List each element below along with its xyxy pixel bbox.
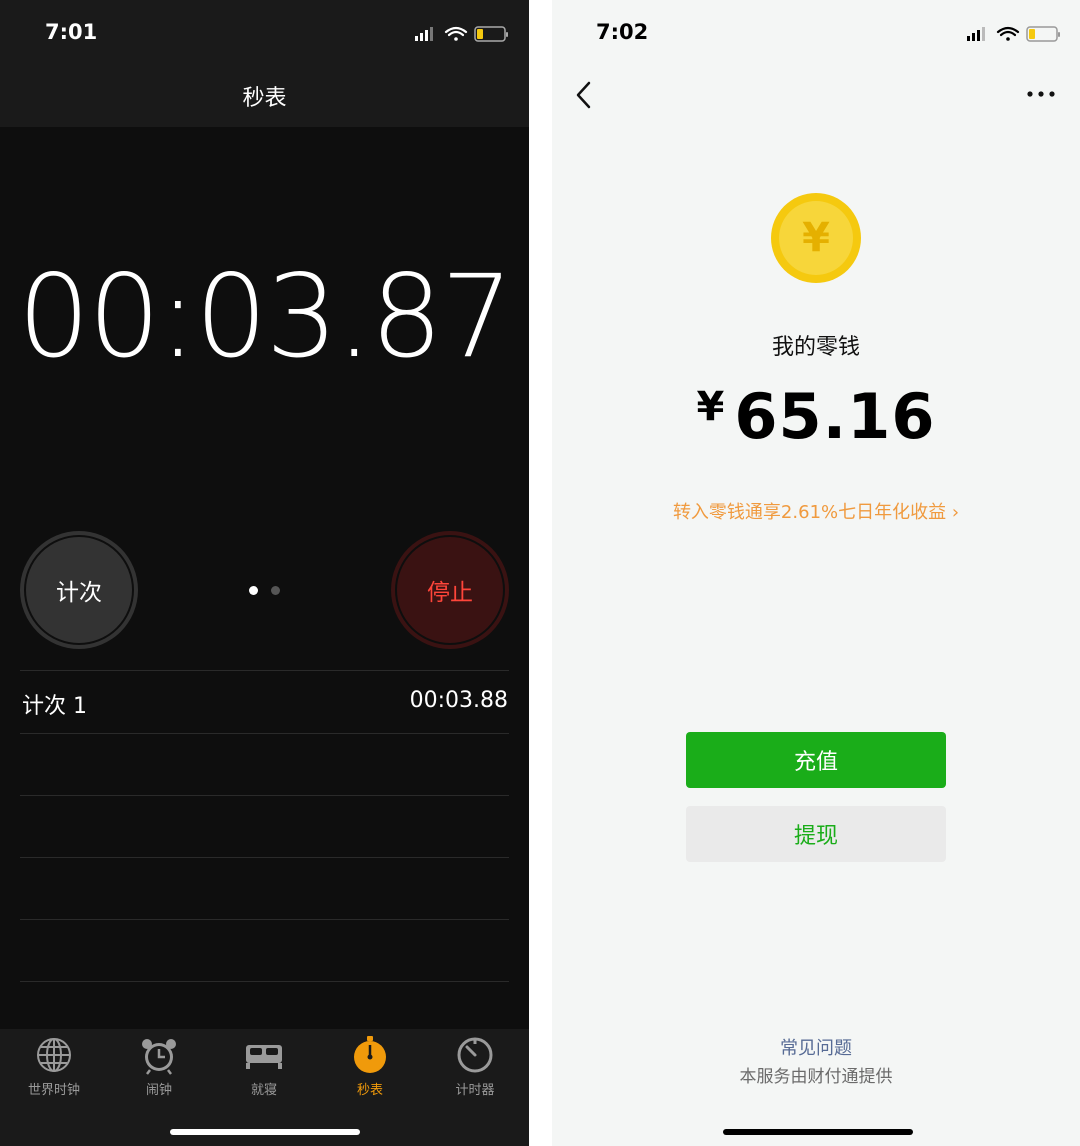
signal-icon xyxy=(415,27,433,41)
tab-alarm[interactable]: 闹钟 xyxy=(109,1035,209,1098)
balance: ¥65.16 xyxy=(552,380,1080,453)
status-indicators xyxy=(415,26,508,42)
tab-label: 计时器 xyxy=(455,1083,495,1098)
coin-symbol: ¥ xyxy=(802,215,830,261)
stop-button-label: 停止 xyxy=(427,580,473,606)
coin-icon: ¥ xyxy=(770,192,862,284)
tab-world-clock[interactable]: 世界时钟 xyxy=(4,1035,104,1098)
balance-label: 我的零钱 xyxy=(771,335,860,360)
page-title: 秒表 xyxy=(242,86,287,111)
signal-icon xyxy=(967,27,985,41)
tab-label: 世界时钟 xyxy=(27,1083,80,1098)
stopwatch-icon xyxy=(354,1036,386,1073)
battery-icon xyxy=(474,26,508,42)
withdraw-button[interactable]: 提现 xyxy=(686,806,946,862)
recharge-button[interactable]: 充值 xyxy=(686,732,946,788)
stop-button[interactable]: 停止 xyxy=(391,531,509,649)
stopwatch-screen: 7:01 秒表 00:03.87 计次 停止 计次 1 00:03.88 世界时… xyxy=(0,0,529,1146)
wifi-icon xyxy=(996,26,1020,41)
tab-label: 闹钟 xyxy=(145,1083,172,1098)
status-time: 7:01 xyxy=(45,20,98,44)
bed-icon xyxy=(246,1045,282,1069)
divider xyxy=(20,795,509,796)
battery-icon xyxy=(1026,26,1060,42)
divider xyxy=(20,919,509,920)
wallet-screen: 7:02 ¥ 我的零钱 ¥65.16 转入零钱通享2.61%七日年化收益 › 充… xyxy=(552,0,1080,1146)
wifi-icon xyxy=(444,26,468,41)
status-time: 7:02 xyxy=(596,20,649,44)
faq-link[interactable]: 常见问题 xyxy=(552,1034,1080,1060)
divider xyxy=(20,981,509,982)
lap-button-label: 计次 xyxy=(56,580,102,606)
divider xyxy=(20,733,509,734)
more-icon[interactable] xyxy=(1026,84,1056,104)
status-indicators xyxy=(967,26,1060,42)
lap-time: 00:03.88 xyxy=(409,688,508,713)
home-indicator[interactable] xyxy=(170,1129,360,1135)
tab-label: 秒表 xyxy=(356,1083,383,1098)
divider xyxy=(20,670,509,671)
back-icon[interactable] xyxy=(572,80,596,110)
lap-button[interactable]: 计次 xyxy=(20,531,138,649)
tab-label: 就寝 xyxy=(250,1083,277,1098)
withdraw-button-label: 提现 xyxy=(793,824,838,849)
tab-timer[interactable]: 计时器 xyxy=(425,1035,525,1098)
alarm-clock-icon xyxy=(142,1039,176,1075)
tab-bedtime[interactable]: 就寝 xyxy=(214,1035,314,1098)
globe-icon xyxy=(37,1038,71,1072)
page-indicator-dot xyxy=(271,586,280,595)
timer-icon xyxy=(457,1037,493,1073)
lap-label: 计次 1 xyxy=(22,694,87,719)
divider xyxy=(20,857,509,858)
currency-symbol: ¥ xyxy=(696,384,725,430)
tab-stopwatch[interactable]: 秒表 xyxy=(320,1035,420,1098)
provider-note: 本服务由财付通提供 xyxy=(739,1067,893,1087)
page-indicator-dot-active xyxy=(249,586,258,595)
promo-link[interactable]: 转入零钱通享2.61%七日年化收益 › xyxy=(552,498,1080,524)
balance-amount: 65.16 xyxy=(734,380,936,453)
stopwatch-display: 00:03.87 xyxy=(17,250,514,383)
recharge-button-label: 充值 xyxy=(793,750,838,775)
home-indicator[interactable] xyxy=(723,1129,913,1135)
